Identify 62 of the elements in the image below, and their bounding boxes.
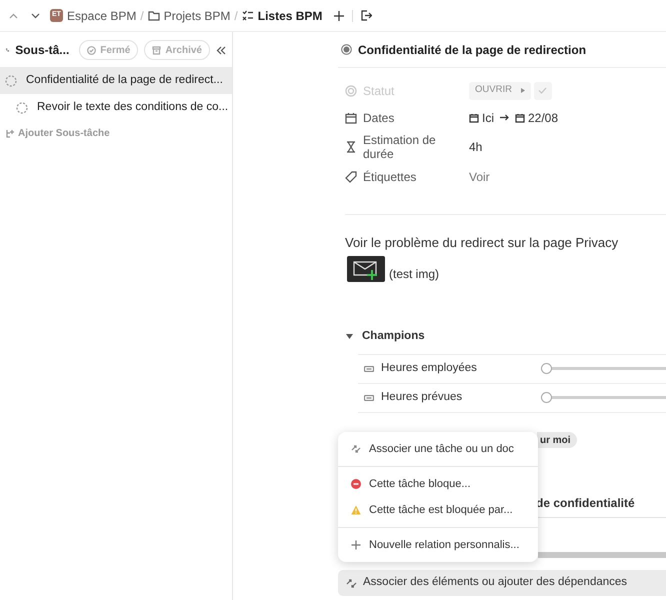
breadcrumb-link[interactable]: Projets BPM <box>148 6 230 24</box>
field-label: Heures prévues <box>381 390 464 406</box>
image-caption: (test img) <box>389 266 440 282</box>
task-title: Confidentialité de la page de redirection <box>358 42 586 58</box>
chevron-up-icon <box>8 12 18 18</box>
warning-icon <box>351 505 361 515</box>
double-chevron-left-icon <box>216 46 226 54</box>
plus-icon <box>351 540 361 550</box>
checklist-icon <box>242 10 254 21</box>
folder-icon <box>148 10 160 21</box>
menu-item[interactable]: Cette tâche est bloquée par... <box>338 497 538 523</box>
slider-track[interactable] <box>541 392 666 404</box>
breadcrumb-separator: / <box>140 8 144 24</box>
tag-icon <box>345 170 357 182</box>
section-toggle[interactable]: Champions <box>346 328 425 345</box>
assignee-chip: ur moi <box>537 432 577 448</box>
calendar-icon <box>469 112 479 122</box>
field-label: Dates <box>363 110 396 124</box>
field-label: Étiquettes <box>363 170 418 184</box>
status-radio-icon <box>341 44 352 55</box>
arrow-right-icon <box>500 114 509 121</box>
calendar-icon <box>345 112 357 124</box>
archive-icon <box>152 46 162 54</box>
slider-track[interactable] <box>541 363 666 374</box>
menu-item[interactable]: Cette tâche bloque... <box>338 471 538 497</box>
exit-button[interactable] <box>361 10 372 21</box>
calendar-icon <box>515 112 525 122</box>
text-field-icon <box>364 394 374 401</box>
plus-icon <box>334 10 344 20</box>
slider-thumb[interactable] <box>541 392 552 404</box>
exit-icon <box>361 10 372 21</box>
hourglass-icon <box>345 141 357 153</box>
description-text: Voir le problème du redirect sur la page Privacy <box>345 234 620 252</box>
field-label: Heures employées <box>381 361 478 376</box>
chevron-down-icon <box>30 12 40 18</box>
relations-button[interactable]: Associer des éléments ou ajouter des dépendances <box>338 570 666 596</box>
add-button[interactable] <box>334 10 344 20</box>
no-entry-icon <box>351 479 361 489</box>
breadcrumb-separator: / <box>234 8 238 24</box>
dashed-circle-icon <box>16 102 28 114</box>
breadcrumb-link[interactable]: Listes BPM <box>242 6 322 24</box>
slider-thumb[interactable] <box>541 363 552 374</box>
panel-title: Sous-tâ... <box>15 42 70 59</box>
dashed-circle-icon <box>5 74 17 86</box>
menu-item[interactable]: Associer une tâche ou un doc <box>338 436 538 462</box>
link-arrows-icon <box>346 578 357 588</box>
subtask-add-icon <box>5 128 14 138</box>
collapse-button[interactable] <box>216 46 226 54</box>
due-date-button[interactable]: 22/08 <box>515 108 558 126</box>
play-icon <box>520 88 525 93</box>
link-arrows-icon <box>351 444 361 454</box>
menu-item[interactable]: Nouvelle relation personnalis... <box>338 532 538 558</box>
check-icon <box>538 87 548 94</box>
check-circle-icon <box>87 46 96 54</box>
field-label: Estimation de durée <box>363 133 437 161</box>
target-icon <box>345 84 357 96</box>
start-date-button[interactable]: Ici <box>469 108 494 126</box>
text-field-icon <box>364 366 374 372</box>
tags-button[interactable]: Voir <box>469 168 490 186</box>
field-value: 4h <box>469 139 482 156</box>
subtask-item[interactable]: Confidentialité de la page de redirect... <box>0 67 232 94</box>
complete-button[interactable] <box>534 82 552 100</box>
